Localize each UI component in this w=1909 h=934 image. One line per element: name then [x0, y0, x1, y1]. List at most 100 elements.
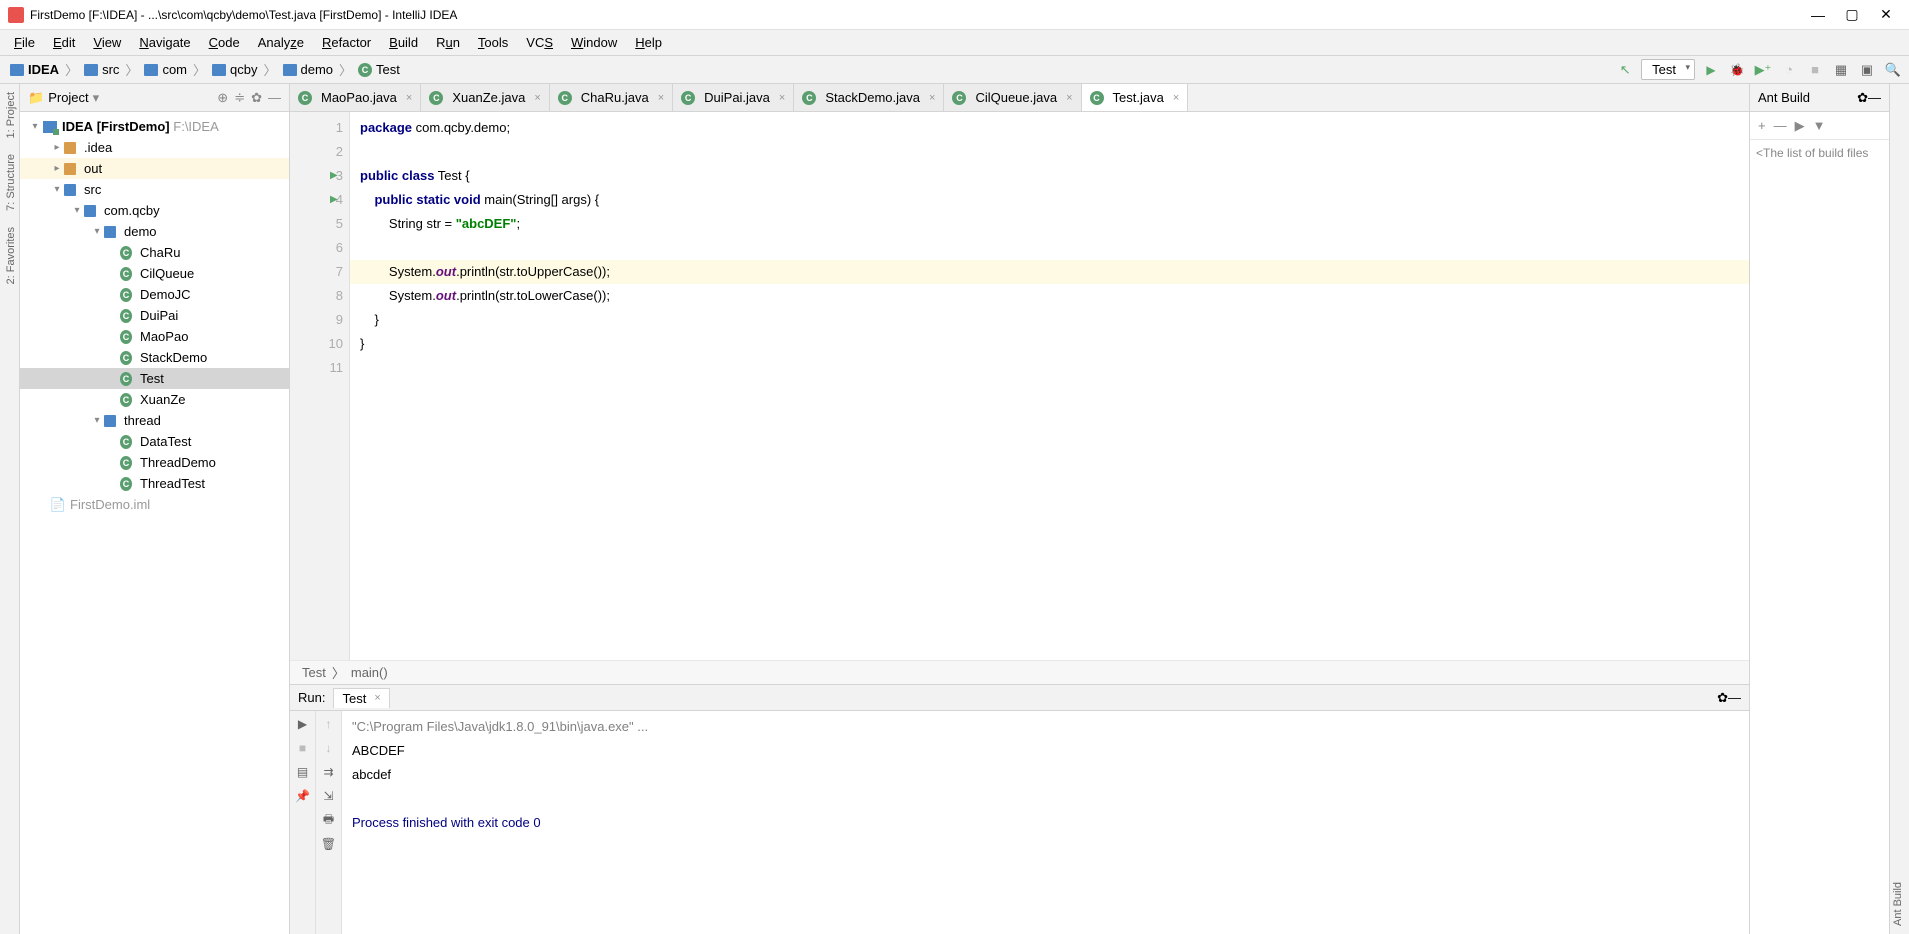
filter-icon[interactable]: ▼ [1813, 118, 1826, 133]
project-tree[interactable]: ▾IDEA [FirstDemo] F:\IDEA ▸.idea ▸out ▾s… [20, 112, 289, 934]
close-button[interactable]: ✕ [1879, 8, 1893, 22]
tab-duipai[interactable]: CDuiPai.java× [673, 84, 794, 111]
ant-settings-icon[interactable]: ✿ [1857, 90, 1868, 106]
tree-charu: CChaRu [20, 242, 289, 263]
titlebar: FirstDemo [F:\IDEA] - ...\src\com\qcby\d… [0, 0, 1909, 30]
menu-window[interactable]: Window [563, 32, 625, 53]
run-gutter-icon[interactable]: ▶ [330, 164, 338, 188]
pin-icon[interactable]: 📌 [294, 787, 312, 805]
editor-breadcrumb: Test〉main() [290, 660, 1749, 684]
close-icon[interactable]: × [406, 92, 412, 104]
code-editor[interactable]: package com.qcby.demo; public class Test… [350, 112, 1749, 660]
close-icon[interactable]: × [1173, 92, 1179, 104]
tree-test: CTest [20, 368, 289, 389]
menu-code[interactable]: Code [201, 32, 248, 53]
tab-test[interactable]: CTest.java× [1082, 84, 1189, 111]
tree-stackdemo: CStackDemo [20, 347, 289, 368]
down-icon[interactable]: ↓ [320, 739, 338, 757]
menubar: File Edit View Navigate Code Analyze Ref… [0, 30, 1909, 56]
menu-tools[interactable]: Tools [470, 32, 516, 53]
project-title: Project [48, 90, 88, 105]
close-icon[interactable]: × [929, 92, 935, 104]
crumb-qcby[interactable]: qcby [208, 62, 261, 77]
close-icon[interactable]: × [779, 92, 785, 104]
wrap-icon[interactable]: ⇉ [320, 763, 338, 781]
collapse-icon[interactable]: ≑ [234, 90, 245, 106]
run-hide-icon[interactable]: — [1728, 690, 1741, 705]
settings-icon[interactable]: ✿ [251, 90, 262, 106]
minimize-button[interactable]: — [1811, 8, 1825, 22]
add-icon[interactable]: + [1758, 118, 1766, 133]
ant-empty-text: <The list of build files [1750, 140, 1889, 934]
tab-charu[interactable]: CChaRu.java× [550, 84, 673, 111]
left-tool-gutter: 1: Project 7: Structure 2: Favorites [0, 84, 20, 934]
project-panel: 📁Project ▾ ⊕ ≑ ✿ — ▾IDEA [FirstDemo] F:\… [20, 84, 290, 934]
tab-project[interactable]: 1: Project [0, 84, 19, 146]
close-icon[interactable]: × [658, 92, 664, 104]
crumb-src[interactable]: src [80, 62, 123, 77]
line-gutter: 1 2 ▶3 ▶4 5 6 7 8 9 10 11 [290, 112, 350, 660]
ant-hide-icon[interactable]: — [1868, 90, 1881, 105]
right-tool-gutter: Ant Build Database Maven [1889, 84, 1909, 934]
ant-panel: Ant Build ✿ — + — ▶ ▼ <The list of build… [1749, 84, 1889, 934]
run-panel: Run: Test× ✿ — ▶ ■ ▤ 📌 ↑ ↓ ⇉ ⇲ 🖶 [290, 684, 1749, 934]
debug-button[interactable]: 🐞 [1727, 60, 1747, 80]
close-icon[interactable]: × [534, 92, 540, 104]
menu-edit[interactable]: Edit [45, 32, 83, 53]
stop-run-button[interactable]: ■ [294, 739, 312, 757]
menu-help[interactable]: Help [627, 32, 670, 53]
crumb-demo[interactable]: demo [279, 62, 338, 77]
tab-cilqueue[interactable]: CCilQueue.java× [944, 84, 1081, 111]
tab-stackdemo[interactable]: CStackDemo.java× [794, 84, 944, 111]
menu-run[interactable]: Run [428, 32, 468, 53]
tab-structure[interactable]: 7: Structure [0, 146, 19, 219]
menu-vcs[interactable]: VCS [518, 32, 561, 53]
menu-file[interactable]: File [6, 32, 43, 53]
pin-icon[interactable]: ▣ [1857, 60, 1877, 80]
menu-build[interactable]: Build [381, 32, 426, 53]
crumb-com[interactable]: com [140, 62, 191, 77]
run-settings-icon[interactable]: ✿ [1717, 690, 1728, 706]
tab-xuanze[interactable]: CXuanZe.java× [421, 84, 549, 111]
tree-maopao: CMaoPao [20, 326, 289, 347]
search-icon[interactable]: 🔍 [1883, 60, 1903, 80]
menu-analyze[interactable]: Analyze [250, 32, 312, 53]
close-icon[interactable]: × [1066, 92, 1072, 104]
ant-title: Ant Build [1758, 90, 1857, 105]
profile-button[interactable]: ◔ [1779, 60, 1799, 80]
navbar: IDEA〉 src〉 com〉 qcby〉 demo〉 CTest ↖ Test… [0, 56, 1909, 84]
layout-icon[interactable]: ▤ [294, 763, 312, 781]
remove-icon[interactable]: — [1774, 118, 1787, 133]
print-icon[interactable]: 🖶 [320, 811, 338, 829]
layout-icon[interactable]: ▦ [1831, 60, 1851, 80]
trash-icon[interactable]: 🗑 [320, 835, 338, 853]
tab-ant[interactable]: Ant Build [1890, 84, 1906, 934]
editor-tabs: CMaoPao.java× CXuanZe.java× CChaRu.java×… [290, 84, 1749, 112]
tree-demojc: CDemoJC [20, 284, 289, 305]
menu-navigate[interactable]: Navigate [131, 32, 198, 53]
run-gutter-icon[interactable]: ▶ [330, 188, 338, 212]
run-tab-test[interactable]: Test× [333, 688, 389, 708]
console-output[interactable]: "C:\Program Files\Java\jdk1.8.0_91\bin\j… [342, 711, 1749, 934]
scroll-icon[interactable]: ⇲ [320, 787, 338, 805]
crumb-test[interactable]: CTest [354, 62, 404, 77]
close-icon[interactable]: × [374, 692, 380, 704]
menu-view[interactable]: View [85, 32, 129, 53]
nav-back-icon[interactable]: ↖ [1615, 60, 1635, 80]
menu-refactor[interactable]: Refactor [314, 32, 379, 53]
locate-icon[interactable]: ⊕ [217, 90, 228, 106]
run-button[interactable]: ▶ [1701, 60, 1721, 80]
crumb-idea[interactable]: IDEA [6, 62, 63, 77]
coverage-button[interactable]: ▶⁺ [1753, 60, 1773, 80]
run-config-select[interactable]: Test [1641, 59, 1695, 80]
rerun-button[interactable]: ▶ [294, 715, 312, 733]
tree-duipai: CDuiPai [20, 305, 289, 326]
maximize-button[interactable]: ▢ [1845, 8, 1859, 22]
tree-xuanze: CXuanZe [20, 389, 289, 410]
run-ant-icon[interactable]: ▶ [1795, 118, 1805, 134]
up-icon[interactable]: ↑ [320, 715, 338, 733]
tab-maopao[interactable]: CMaoPao.java× [290, 84, 421, 111]
hide-icon[interactable]: — [268, 90, 281, 106]
stop-button[interactable]: ■ [1805, 60, 1825, 80]
tab-favorites[interactable]: 2: Favorites [0, 219, 19, 292]
